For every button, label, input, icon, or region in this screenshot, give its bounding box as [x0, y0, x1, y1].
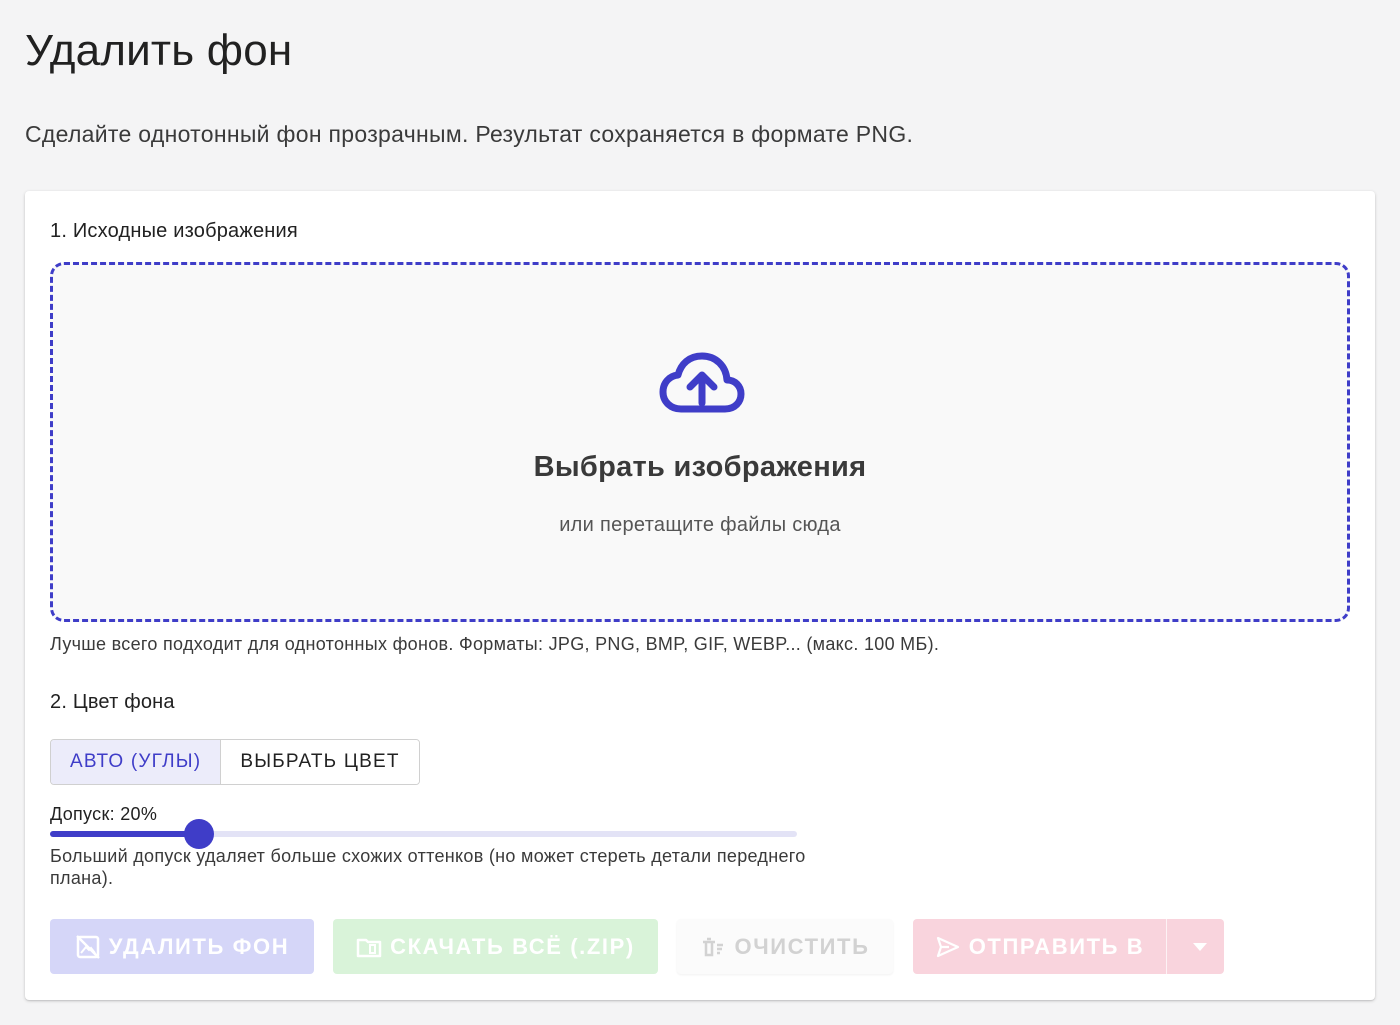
color-mode-toggle: АВТО (УГЛЫ) ВЫБРАТЬ ЦВЕТ [50, 739, 420, 785]
cloud-upload-icon [659, 352, 745, 413]
caret-down-icon [1192, 942, 1207, 951]
send-to-dropdown-button[interactable] [1175, 919, 1224, 974]
tolerance-hint: Больший допуск удаляет больше схожих отт… [50, 846, 806, 888]
mode-pick-color-button[interactable]: ВЫБРАТЬ ЦВЕТ [221, 740, 419, 784]
tool-card: 1. Исходные изображения Выбрать изображе… [25, 191, 1375, 1000]
tolerance-slider-fill [50, 831, 200, 837]
remove-background-label: УДАЛИТЬ ФОН [108, 933, 290, 959]
dropzone-title: Выбрать изображения [533, 451, 867, 483]
dropzone-hint: или перетащите файлы сюда [559, 514, 841, 536]
mode-auto-corners-button[interactable]: АВТО (УГЛЫ) [51, 740, 222, 784]
source-section-title: 1. Исходные изображения [50, 220, 298, 242]
download-all-zip-button[interactable]: СКАЧАТЬ ВСЁ (.ZIP) [333, 919, 658, 974]
tolerance-label: Допуск: 20% [50, 804, 158, 824]
delete-sweep-icon [703, 937, 724, 956]
send-to-split-button: ОТПРАВИТЬ В [913, 919, 1224, 974]
send-icon [936, 936, 959, 957]
tolerance-slider[interactable] [50, 819, 797, 849]
hide-image-icon [75, 934, 100, 959]
formats-hint: Лучше всего подходит для однотонных фоно… [50, 634, 940, 654]
color-section-title: 2. Цвет фона [50, 691, 175, 713]
page-subtitle: Сделайте однотонный фон прозрачным. Резу… [25, 121, 914, 147]
send-to-label: ОТПРАВИТЬ В [968, 933, 1145, 959]
send-to-button[interactable]: ОТПРАВИТЬ В [913, 919, 1167, 974]
download-all-label: СКАЧАТЬ ВСЁ (.ZIP) [390, 933, 635, 959]
folder-zip-icon [356, 938, 382, 957]
image-dropzone[interactable]: Выбрать изображения или перетащите файлы… [50, 262, 1350, 622]
remove-background-button[interactable]: УДАЛИТЬ ФОН [50, 919, 314, 974]
clear-label: ОЧИСТИТЬ [734, 933, 870, 959]
page-title: Удалить фон [25, 26, 293, 75]
clear-button[interactable]: ОЧИСТИТЬ [677, 919, 893, 974]
